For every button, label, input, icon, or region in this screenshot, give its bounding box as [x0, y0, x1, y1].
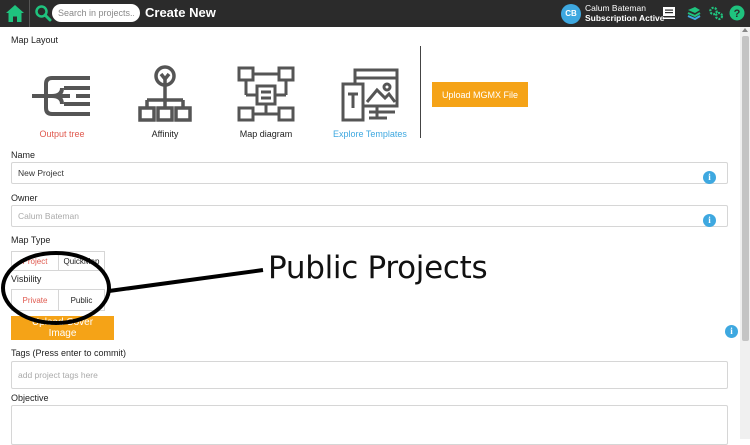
- chat-icon[interactable]: [661, 5, 677, 21]
- map-layout-label: Map Layout: [11, 35, 59, 45]
- map-type-quickmap-option[interactable]: QuickMap: [58, 251, 105, 271]
- layout-option-map-diagram[interactable]: Map diagram: [235, 64, 297, 139]
- project-name-field[interactable]: [11, 162, 728, 184]
- map-diagram-icon: [237, 66, 295, 122]
- name-info-icon[interactable]: i: [703, 171, 716, 184]
- objective-textarea[interactable]: [11, 405, 728, 445]
- owner-info-icon[interactable]: i: [703, 214, 716, 227]
- svg-text:?: ?: [734, 8, 741, 20]
- annotation-text: Public Projects: [268, 250, 488, 286]
- layout-option-affinity[interactable]: Affinity: [134, 64, 196, 139]
- tags-label: Tags (Press enter to commit): [11, 348, 127, 358]
- output-tree-label: Output tree: [39, 129, 85, 139]
- top-bar: Create New CB Calum Bateman Subscription…: [0, 0, 750, 27]
- explore-templates-label: Explore Templates: [333, 129, 407, 139]
- upload-cover-image-button[interactable]: Upload Cover Image: [11, 316, 114, 340]
- objective-label: Objective: [11, 393, 49, 403]
- visibility-private-option[interactable]: Private: [11, 289, 59, 311]
- map-diagram-label: Map diagram: [239, 129, 293, 139]
- home-icon[interactable]: [5, 4, 25, 23]
- subscription-status: Subscription Active: [585, 13, 665, 23]
- map-type-label: Map Type: [11, 235, 51, 245]
- cover-info-icon[interactable]: i: [725, 325, 738, 338]
- search-icon[interactable]: [34, 4, 52, 22]
- owner-field[interactable]: [11, 205, 728, 227]
- visibility-public-option[interactable]: Public: [58, 289, 105, 311]
- name-label: Name: [11, 150, 36, 160]
- annotation-pointer-line: [108, 268, 264, 293]
- tags-input[interactable]: [11, 361, 728, 389]
- help-icon[interactable]: ?: [729, 5, 745, 21]
- user-name: Calum Bateman: [585, 3, 646, 13]
- owner-label: Owner: [11, 193, 38, 203]
- layers-icon[interactable]: [686, 5, 702, 21]
- settings-icon[interactable]: [708, 5, 724, 21]
- scroll-up-arrow[interactable]: [742, 28, 748, 32]
- output-tree-icon: [32, 76, 90, 116]
- search-input[interactable]: [52, 4, 140, 22]
- page-title: Create New: [145, 5, 216, 20]
- templates-icon: [341, 68, 399, 122]
- map-type-project-option[interactable]: Project: [11, 251, 59, 271]
- visibility-label: Visbility: [11, 274, 42, 284]
- topbar-divider: [29, 0, 30, 27]
- affinity-icon: [138, 65, 192, 122]
- affinity-label: Affinity: [151, 129, 179, 139]
- user-info[interactable]: Calum Bateman Subscription Active: [585, 3, 665, 23]
- layout-option-explore-templates[interactable]: Explore Templates: [333, 66, 407, 139]
- upload-mgmx-button[interactable]: Upload MGMX File: [432, 82, 528, 107]
- layout-divider: [420, 46, 421, 138]
- layout-option-output-tree[interactable]: Output tree: [30, 66, 94, 139]
- scrollbar-thumb[interactable]: [742, 36, 749, 341]
- avatar[interactable]: CB: [561, 4, 581, 24]
